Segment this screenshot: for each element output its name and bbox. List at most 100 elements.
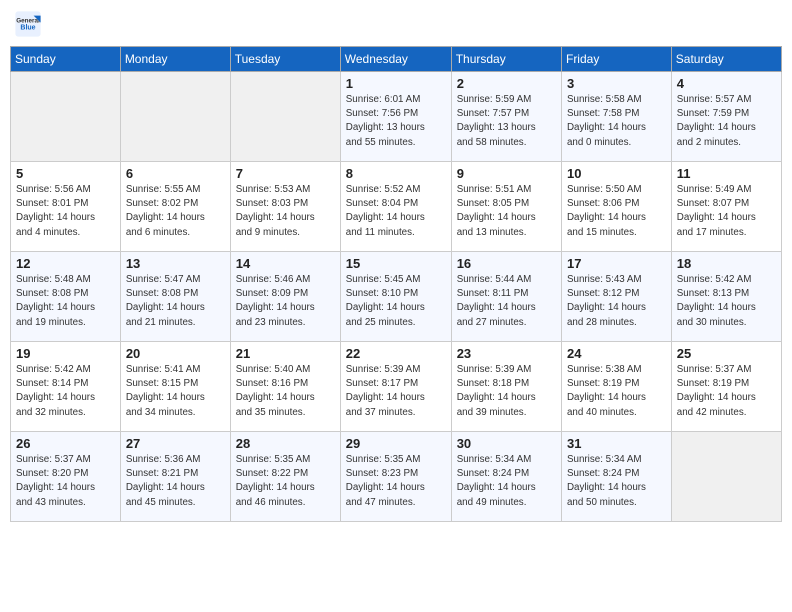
calendar-cell: 1 Sunrise: 6:01 AMSunset: 7:56 PMDaylight… <box>340 72 451 162</box>
calendar-cell: 18Sunrise: 5:42 AMSunset: 8:13 PMDayligh… <box>671 252 781 342</box>
day-number: 19 <box>16 346 115 361</box>
day-info: Sunrise: 5:51 AMSunset: 8:05 PMDaylight:… <box>457 183 556 240</box>
week-row-2: 12 Sunrise: 5:48 AMSunset: 8:08 PMDayligh… <box>11 252 782 342</box>
day-info: Sunrise: 5:52 AMSunset: 8:04 PMDaylight:… <box>346 183 446 240</box>
day-info: Sunrise: 5:58 AMSunset: 7:58 PMDaylight:… <box>567 93 666 150</box>
week-row-4: 26 Sunrise: 5:37 AMSunset: 8:20 PMDayligh… <box>11 432 782 522</box>
day-number: 6 <box>126 166 225 181</box>
day-header-sunday: Sunday <box>11 47 121 72</box>
calendar-cell: 14 Sunrise: 5:46 AMSunset: 8:09 PMDayligh… <box>230 252 340 342</box>
day-number: 22 <box>346 346 446 361</box>
calendar-cell: 24Sunrise: 5:38 AMSunset: 8:19 PMDayligh… <box>561 342 671 432</box>
calendar-cell <box>671 432 781 522</box>
svg-text:Blue: Blue <box>20 25 35 32</box>
day-number: 8 <box>346 166 446 181</box>
day-header-tuesday: Tuesday <box>230 47 340 72</box>
days-of-week-row: SundayMondayTuesdayWednesdayThursdayFrid… <box>11 47 782 72</box>
calendar-cell: 8 Sunrise: 5:52 AMSunset: 8:04 PMDaylight… <box>340 162 451 252</box>
calendar-cell <box>11 72 121 162</box>
calendar-body: 1 Sunrise: 6:01 AMSunset: 7:56 PMDaylight… <box>11 72 782 522</box>
day-info: Sunrise: 5:42 AMSunset: 8:13 PMDaylight:… <box>677 273 776 330</box>
day-number: 26 <box>16 436 115 451</box>
svg-text:General: General <box>16 18 40 25</box>
calendar-cell: 31 Sunrise: 5:34 AMSunset: 8:24 PMDayligh… <box>561 432 671 522</box>
day-info: Sunrise: 5:44 AMSunset: 8:11 PMDaylight:… <box>457 273 556 330</box>
day-header-monday: Monday <box>120 47 230 72</box>
calendar-cell: 3 Sunrise: 5:58 AMSunset: 7:58 PMDaylight… <box>561 72 671 162</box>
day-number: 17 <box>567 256 666 271</box>
day-number: 27 <box>126 436 225 451</box>
day-info: Sunrise: 5:39 AMSunset: 8:17 PMDaylight:… <box>346 363 446 420</box>
day-info: Sunrise: 6:01 AMSunset: 7:56 PMDaylight:… <box>346 93 446 150</box>
day-number: 15 <box>346 256 446 271</box>
day-info: Sunrise: 5:46 AMSunset: 8:09 PMDaylight:… <box>236 273 335 330</box>
day-number: 14 <box>236 256 335 271</box>
calendar-cell: 23 Sunrise: 5:39 AMSunset: 8:18 PMDayligh… <box>451 342 561 432</box>
day-info: Sunrise: 5:34 AMSunset: 8:24 PMDaylight:… <box>457 453 556 510</box>
day-header-saturday: Saturday <box>671 47 781 72</box>
calendar-cell: 20 Sunrise: 5:41 AMSunset: 8:15 PMDayligh… <box>120 342 230 432</box>
day-info: Sunrise: 5:47 AMSunset: 8:08 PMDaylight:… <box>126 273 225 330</box>
day-info: Sunrise: 5:53 AMSunset: 8:03 PMDaylight:… <box>236 183 335 240</box>
day-info: Sunrise: 5:38 AMSunset: 8:19 PMDaylight:… <box>567 363 666 420</box>
day-number: 11 <box>677 166 776 181</box>
day-number: 28 <box>236 436 335 451</box>
day-info: Sunrise: 5:36 AMSunset: 8:21 PMDaylight:… <box>126 453 225 510</box>
calendar-cell: 22 Sunrise: 5:39 AMSunset: 8:17 PMDayligh… <box>340 342 451 432</box>
day-number: 30 <box>457 436 556 451</box>
day-info: Sunrise: 5:55 AMSunset: 8:02 PMDaylight:… <box>126 183 225 240</box>
calendar-cell: 30 Sunrise: 5:34 AMSunset: 8:24 PMDayligh… <box>451 432 561 522</box>
day-info: Sunrise: 5:43 AMSunset: 8:12 PMDaylight:… <box>567 273 666 330</box>
day-number: 23 <box>457 346 556 361</box>
calendar-table: SundayMondayTuesdayWednesdayThursdayFrid… <box>10 46 782 522</box>
day-info: Sunrise: 5:59 AMSunset: 7:57 PMDaylight:… <box>457 93 556 150</box>
day-number: 5 <box>16 166 115 181</box>
calendar-cell: 16Sunrise: 5:44 AMSunset: 8:11 PMDayligh… <box>451 252 561 342</box>
calendar-cell: 13 Sunrise: 5:47 AMSunset: 8:08 PMDayligh… <box>120 252 230 342</box>
calendar-cell: 29Sunrise: 5:35 AMSunset: 8:23 PMDayligh… <box>340 432 451 522</box>
day-header-friday: Friday <box>561 47 671 72</box>
calendar-cell: 27 Sunrise: 5:36 AMSunset: 8:21 PMDayligh… <box>120 432 230 522</box>
day-info: Sunrise: 5:45 AMSunset: 8:10 PMDaylight:… <box>346 273 446 330</box>
day-number: 12 <box>16 256 115 271</box>
day-number: 4 <box>677 76 776 91</box>
day-number: 9 <box>457 166 556 181</box>
week-row-3: 19 Sunrise: 5:42 AMSunset: 8:14 PMDayligh… <box>11 342 782 432</box>
day-info: Sunrise: 5:34 AMSunset: 8:24 PMDaylight:… <box>567 453 666 510</box>
calendar-cell: 21Sunrise: 5:40 AMSunset: 8:16 PMDayligh… <box>230 342 340 432</box>
day-info: Sunrise: 5:35 AMSunset: 8:23 PMDaylight:… <box>346 453 446 510</box>
calendar-cell: 2 Sunrise: 5:59 AMSunset: 7:57 PMDaylight… <box>451 72 561 162</box>
calendar-cell: 6 Sunrise: 5:55 AMSunset: 8:02 PMDaylight… <box>120 162 230 252</box>
calendar-cell: 5Sunrise: 5:56 AMSunset: 8:01 PMDaylight… <box>11 162 121 252</box>
calendar-cell <box>120 72 230 162</box>
day-number: 1 <box>346 76 446 91</box>
calendar-cell: 25Sunrise: 5:37 AMSunset: 8:19 PMDayligh… <box>671 342 781 432</box>
calendar-cell: 10Sunrise: 5:50 AMSunset: 8:06 PMDayligh… <box>561 162 671 252</box>
calendar-cell: 17 Sunrise: 5:43 AMSunset: 8:12 PMDayligh… <box>561 252 671 342</box>
calendar-cell: 19 Sunrise: 5:42 AMSunset: 8:14 PMDayligh… <box>11 342 121 432</box>
day-number: 20 <box>126 346 225 361</box>
day-number: 31 <box>567 436 666 451</box>
calendar-cell <box>230 72 340 162</box>
calendar-cell: 7 Sunrise: 5:53 AMSunset: 8:03 PMDaylight… <box>230 162 340 252</box>
logo-icon: General Blue <box>14 10 42 38</box>
day-number: 7 <box>236 166 335 181</box>
day-number: 3 <box>567 76 666 91</box>
calendar-cell: 15 Sunrise: 5:45 AMSunset: 8:10 PMDayligh… <box>340 252 451 342</box>
day-info: Sunrise: 5:42 AMSunset: 8:14 PMDaylight:… <box>16 363 115 420</box>
day-info: Sunrise: 5:48 AMSunset: 8:08 PMDaylight:… <box>16 273 115 330</box>
day-info: Sunrise: 5:50 AMSunset: 8:06 PMDaylight:… <box>567 183 666 240</box>
calendar-cell: 28 Sunrise: 5:35 AMSunset: 8:22 PMDayligh… <box>230 432 340 522</box>
day-info: Sunrise: 5:37 AMSunset: 8:20 PMDaylight:… <box>16 453 115 510</box>
day-info: Sunrise: 5:40 AMSunset: 8:16 PMDaylight:… <box>236 363 335 420</box>
day-number: 25 <box>677 346 776 361</box>
day-info: Sunrise: 5:35 AMSunset: 8:22 PMDaylight:… <box>236 453 335 510</box>
day-info: Sunrise: 5:57 AMSunset: 7:59 PMDaylight:… <box>677 93 776 150</box>
day-number: 2 <box>457 76 556 91</box>
calendar-cell: 4 Sunrise: 5:57 AMSunset: 7:59 PMDaylight… <box>671 72 781 162</box>
day-info: Sunrise: 5:39 AMSunset: 8:18 PMDaylight:… <box>457 363 556 420</box>
day-number: 13 <box>126 256 225 271</box>
day-info: Sunrise: 5:49 AMSunset: 8:07 PMDaylight:… <box>677 183 776 240</box>
week-row-0: 1 Sunrise: 6:01 AMSunset: 7:56 PMDaylight… <box>11 72 782 162</box>
day-info: Sunrise: 5:41 AMSunset: 8:15 PMDaylight:… <box>126 363 225 420</box>
